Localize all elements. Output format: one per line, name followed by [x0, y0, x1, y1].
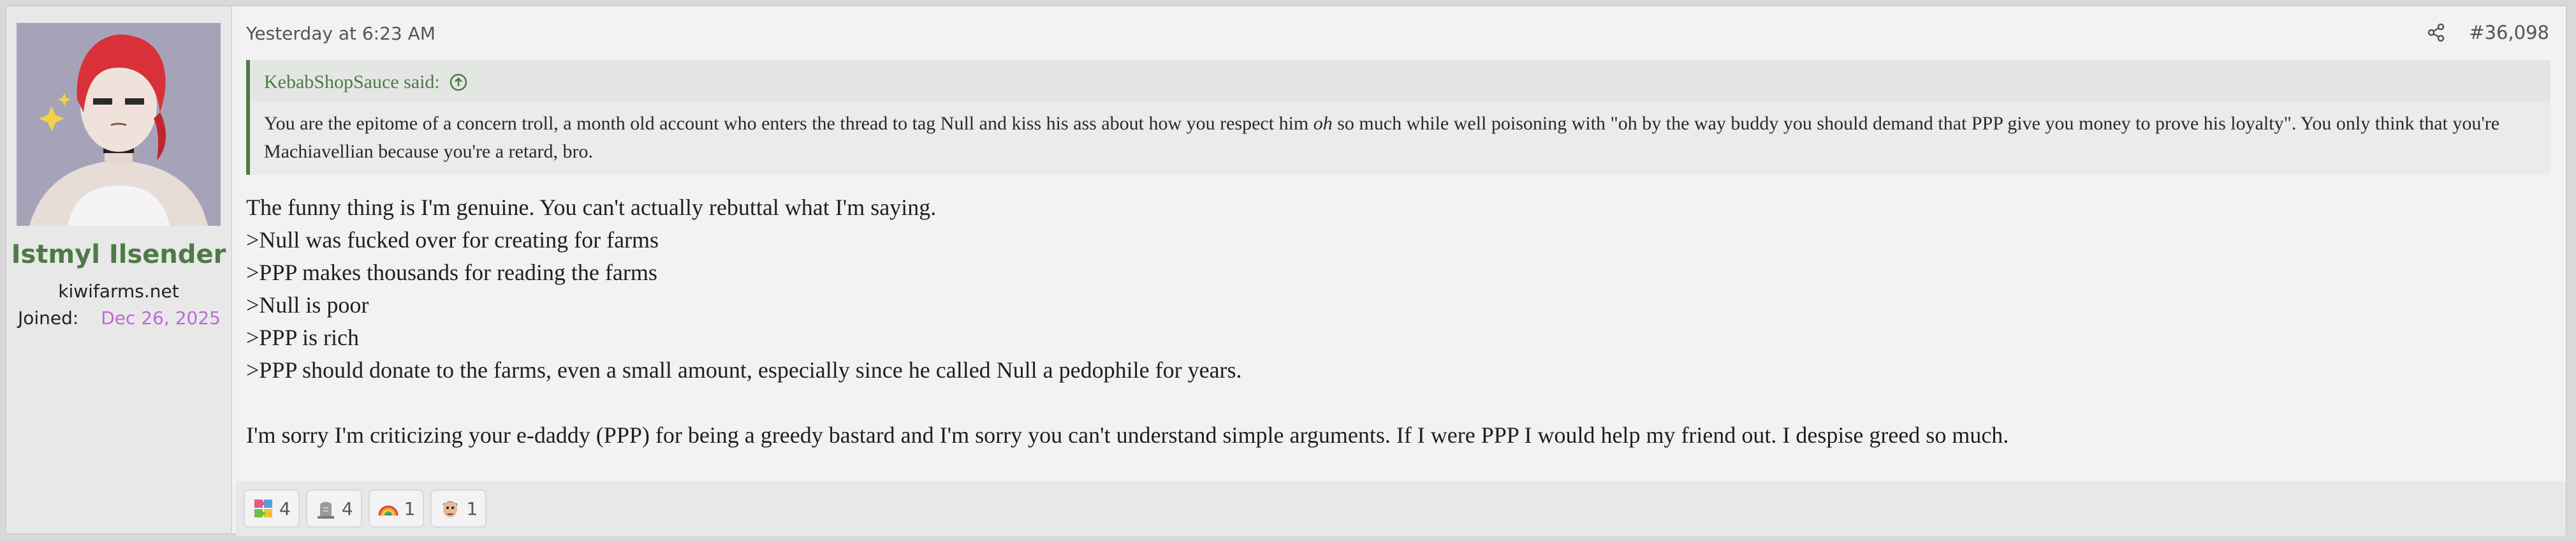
body-line: I'm sorry I'm criticizing your e-daddy (…: [246, 422, 2009, 448]
puzzle-icon: [252, 498, 274, 519]
user-title: kiwifarms.net: [58, 281, 179, 302]
joined-date: Dec 26, 2025: [101, 308, 221, 329]
quote-author[interactable]: KebabShopSauce said:: [264, 71, 440, 93]
reaction-count: 4: [279, 498, 291, 519]
forum-post: Istmyl Ilsender kiwifarms.net Joined: De…: [5, 5, 2567, 536]
post-content: Yesterday at 6:23 AM #36,098 KebabShopSa…: [236, 6, 2566, 536]
post-body: The funny thing is I'm genuine. You can'…: [246, 191, 2540, 452]
username[interactable]: Istmyl Ilsender: [6, 240, 231, 269]
quote-block: KebabShopSauce said: You are the epitome…: [246, 60, 2550, 175]
face-icon: [439, 498, 461, 519]
post-timestamp[interactable]: Yesterday at 6:23 AM: [246, 23, 435, 44]
quote-text: You are the epitome of a concern troll, …: [250, 102, 2550, 175]
quote-text-emphasis: oh: [1313, 113, 1333, 134]
body-line: >PPP makes thousands for reading the far…: [246, 260, 657, 285]
body-line: >Null is poor: [246, 292, 369, 318]
reaction-count: 1: [466, 498, 478, 519]
reactions-bar: 4 4 1 1: [236, 481, 2566, 536]
reaction-count: 4: [341, 498, 353, 519]
body-line: >Null was fucked over for creating for f…: [246, 227, 659, 253]
reaction-face[interactable]: 1: [430, 489, 487, 528]
joined-label: Joined:: [18, 308, 79, 329]
reaction-gravestone[interactable]: 4: [305, 489, 362, 528]
quote-text-part: You are the epitome of a concern troll, …: [264, 113, 1314, 134]
gravestone-icon: [315, 498, 337, 519]
quote-attribution[interactable]: KebabShopSauce said:: [264, 71, 468, 93]
reaction-puzzle[interactable]: 4: [244, 489, 300, 528]
reaction-count: 1: [404, 498, 416, 519]
body-line: >PPP is rich: [246, 325, 360, 350]
post-number[interactable]: #36,098: [2469, 22, 2549, 43]
body-line: The funny thing is I'm genuine. You can'…: [246, 195, 937, 220]
body-line: >PPP should donate to the farms, even a …: [246, 357, 1242, 383]
share-icon[interactable]: [2427, 23, 2446, 42]
post-meta-actions: #36,098: [2427, 22, 2549, 43]
avatar[interactable]: [17, 23, 221, 226]
arrow-up-circle-icon[interactable]: [449, 73, 468, 92]
reaction-rainbow[interactable]: 1: [368, 489, 425, 528]
rainbow-icon: [377, 498, 399, 519]
avatar-illustration: [17, 23, 221, 226]
user-sidebar: Istmyl Ilsender kiwifarms.net Joined: De…: [6, 6, 232, 533]
